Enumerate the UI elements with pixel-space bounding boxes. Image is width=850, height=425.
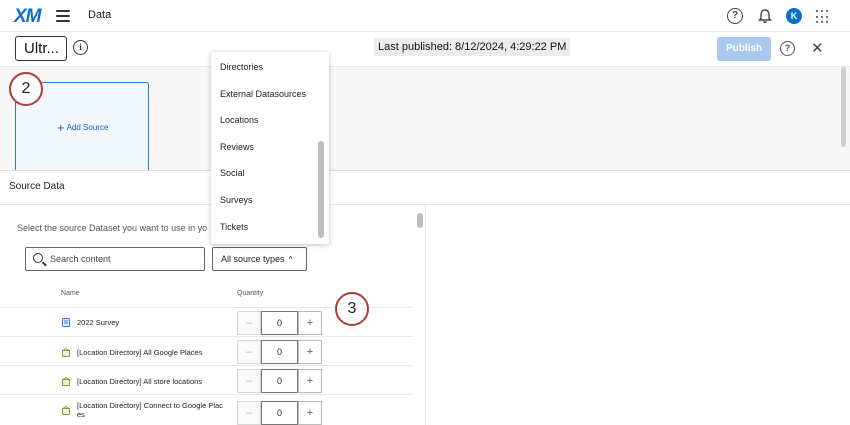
dropdown-option-social[interactable]: Social xyxy=(220,168,245,178)
increment-button[interactable]: + xyxy=(298,340,322,364)
search-icon xyxy=(33,253,43,263)
info-icon[interactable]: i xyxy=(73,40,88,55)
quantity-stepper: – 0 + xyxy=(237,401,322,425)
decrement-button[interactable]: – xyxy=(237,311,261,335)
quantity-stepper: – 0 + xyxy=(237,311,322,335)
location-directory-icon xyxy=(62,377,70,386)
column-header-quantity: Quantity xyxy=(237,290,264,297)
step-marker-3: 3 xyxy=(335,292,369,326)
panel-header: Source Data xyxy=(0,171,850,205)
instructions-text: Select the source Dataset you want to us… xyxy=(17,223,208,233)
source-type-filter-label: All source types xyxy=(221,254,285,264)
location-directory-icon xyxy=(62,348,70,357)
step-marker-2: 2 xyxy=(9,72,43,106)
source-type-filter-button[interactable]: All source types ^ xyxy=(212,247,307,271)
help-icon[interactable]: ? xyxy=(727,8,743,24)
dropdown-option-tickets[interactable]: Tickets xyxy=(220,222,248,232)
row-label: [Location Directory] All store locations xyxy=(77,377,203,386)
row-label-line: [Location Directory] Connect to Google P… xyxy=(77,401,223,410)
project-toolbar: Ultr... i Last published: 8/12/2024, 4:2… xyxy=(0,32,850,66)
quantity-input[interactable]: 0 xyxy=(261,369,298,393)
xm-logo[interactable]: XM xyxy=(14,6,41,28)
app-title: Data xyxy=(88,9,112,21)
user-avatar[interactable]: K xyxy=(786,8,802,24)
decrement-button[interactable]: – xyxy=(237,401,261,425)
chevron-up-icon: ^ xyxy=(286,255,293,264)
table-row: [Location Directory] All store locations… xyxy=(0,365,413,394)
increment-button[interactable]: + xyxy=(298,311,322,335)
row-label: [Location Directory] Connect to Google P… xyxy=(77,401,223,419)
panel-title: Source Data xyxy=(9,181,65,192)
decrement-button[interactable]: – xyxy=(237,369,261,393)
last-published-status: Last published: 8/12/2024, 4:29:22 PM xyxy=(374,38,571,56)
column-header-name: Name xyxy=(61,290,80,297)
apps-grid-icon[interactable] xyxy=(816,10,830,24)
location-directory-icon xyxy=(62,406,70,415)
dropdown-option-surveys[interactable]: Surveys xyxy=(220,195,253,205)
menu-icon[interactable] xyxy=(56,10,70,22)
top-bar: XM Data ? K xyxy=(0,0,850,32)
row-label-line: es xyxy=(77,410,85,419)
add-source-button[interactable]: + Add Source xyxy=(57,120,108,135)
dropdown-scrollbar[interactable] xyxy=(318,141,324,238)
add-source-label: Add Source xyxy=(66,123,109,132)
dropdown-option-external-datasources[interactable]: External Datasources xyxy=(220,89,306,99)
dropdown-option-reviews[interactable]: Reviews xyxy=(220,142,254,152)
source-type-dropdown-menu: Directories External Datasources Locatio… xyxy=(211,52,329,244)
quantity-stepper: – 0 + xyxy=(237,369,322,393)
row-label: [Location Directory] All Google Places xyxy=(77,348,203,357)
search-input[interactable]: Search content xyxy=(25,247,205,271)
quantity-input[interactable]: 0 xyxy=(261,340,298,364)
canvas-scrollbar[interactable] xyxy=(841,67,846,147)
project-name-field[interactable]: Ultr... xyxy=(15,36,67,61)
survey-icon xyxy=(62,318,70,327)
close-icon[interactable]: ✕ xyxy=(811,39,824,57)
quantity-input[interactable]: 0 xyxy=(261,311,298,335)
decrement-button[interactable]: – xyxy=(237,340,261,364)
list-scrollbar[interactable] xyxy=(417,213,423,228)
dropdown-option-directories[interactable]: Directories xyxy=(220,62,263,72)
search-placeholder: Search content xyxy=(50,254,111,264)
row-label: 2022 Survey xyxy=(77,318,120,327)
workflow-canvas: + Add Source 2 xyxy=(0,66,850,172)
help-icon[interactable]: ? xyxy=(780,41,795,56)
increment-button[interactable]: + xyxy=(298,401,322,425)
dropdown-option-locations[interactable]: Locations xyxy=(220,115,259,125)
notifications-bell-icon[interactable] xyxy=(757,8,773,24)
source-data-panel: Source Data Select the source Dataset yo… xyxy=(0,170,850,425)
plus-icon: + xyxy=(57,120,65,135)
increment-button[interactable]: + xyxy=(298,369,322,393)
quantity-stepper: – 0 + xyxy=(237,340,322,364)
quantity-input[interactable]: 0 xyxy=(261,401,298,425)
publish-button[interactable]: Publish xyxy=(717,37,771,61)
table-row: [Location Directory] All Google Places –… xyxy=(0,336,413,365)
table-row: [Location Directory] Connect to Google P… xyxy=(0,394,413,425)
